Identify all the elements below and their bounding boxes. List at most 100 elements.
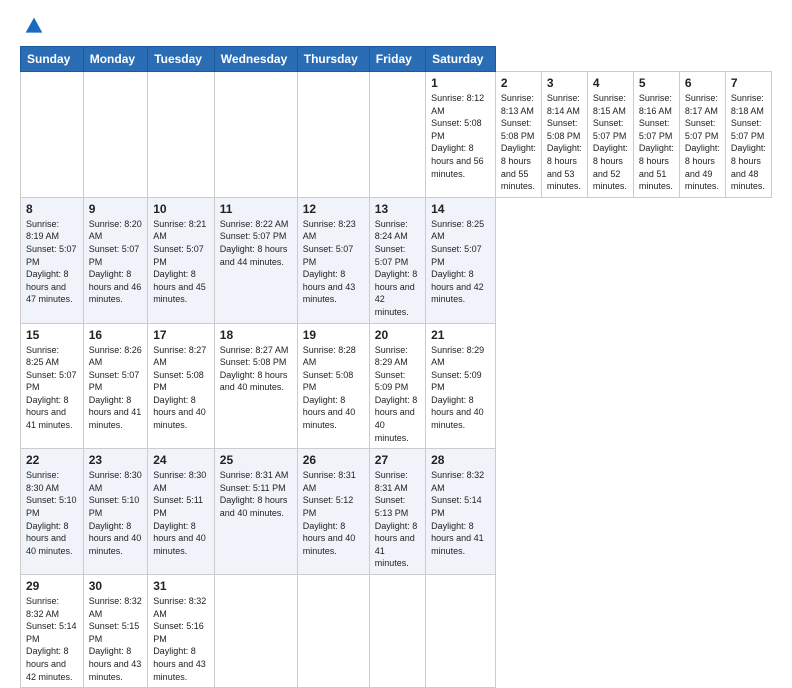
- calendar-cell: 18 Sunrise: 8:27 AMSunset: 5:08 PMDayligh…: [214, 323, 297, 449]
- calendar-cell: 15 Sunrise: 8:25 AMSunset: 5:07 PMDayligh…: [21, 323, 84, 449]
- day-number: 25: [220, 453, 292, 467]
- calendar-cell: [21, 72, 84, 198]
- calendar-cell: 16 Sunrise: 8:26 AMSunset: 5:07 PMDayligh…: [83, 323, 147, 449]
- calendar-cell: 24 Sunrise: 8:30 AMSunset: 5:11 PMDayligh…: [148, 449, 215, 575]
- calendar-cell: [214, 575, 297, 688]
- header-cell-saturday: Saturday: [426, 47, 496, 72]
- day-info: Sunrise: 8:32 AMSunset: 5:16 PMDaylight:…: [153, 595, 209, 683]
- day-info: Sunrise: 8:32 AMSunset: 5:14 PMDaylight:…: [26, 595, 78, 683]
- day-info: Sunrise: 8:20 AMSunset: 5:07 PMDaylight:…: [89, 218, 142, 306]
- day-number: 17: [153, 328, 209, 342]
- week-row-1: 8Sunrise: 8:19 AMSunset: 5:07 PMDaylight…: [21, 197, 772, 323]
- day-number: 2: [501, 76, 536, 90]
- day-number: 26: [303, 453, 364, 467]
- calendar-header: SundayMondayTuesdayWednesdayThursdayFrid…: [21, 47, 772, 72]
- day-number: 5: [639, 76, 674, 90]
- day-number: 11: [220, 202, 292, 216]
- week-row-4: 29 Sunrise: 8:32 AMSunset: 5:14 PMDayligh…: [21, 575, 772, 688]
- calendar-cell: 5Sunrise: 8:16 AMSunset: 5:07 PMDaylight…: [633, 72, 679, 198]
- calendar-cell: 2Sunrise: 8:13 AMSunset: 5:08 PMDaylight…: [495, 72, 541, 198]
- day-number: 24: [153, 453, 209, 467]
- day-info: Sunrise: 8:24 AMSunset: 5:07 PMDaylight:…: [375, 218, 420, 319]
- day-info: Sunrise: 8:22 AMSunset: 5:07 PMDaylight:…: [220, 218, 292, 268]
- day-number: 7: [731, 76, 766, 90]
- header-cell-tuesday: Tuesday: [148, 47, 215, 72]
- calendar-cell: 1Sunrise: 8:12 AMSunset: 5:08 PMDaylight…: [426, 72, 496, 198]
- week-row-0: 1Sunrise: 8:12 AMSunset: 5:08 PMDaylight…: [21, 72, 772, 198]
- logo-text: [20, 16, 44, 36]
- day-info: Sunrise: 8:25 AMSunset: 5:07 PMDaylight:…: [26, 344, 78, 432]
- calendar: SundayMondayTuesdayWednesdayThursdayFrid…: [20, 46, 772, 688]
- day-number: 18: [220, 328, 292, 342]
- day-number: 8: [26, 202, 78, 216]
- calendar-cell: 21Sunrise: 8:29 AMSunset: 5:09 PMDayligh…: [426, 323, 496, 449]
- calendar-cell: 4Sunrise: 8:15 AMSunset: 5:07 PMDaylight…: [587, 72, 633, 198]
- calendar-cell: 22 Sunrise: 8:30 AMSunset: 5:10 PMDayligh…: [21, 449, 84, 575]
- calendar-cell: [297, 72, 369, 198]
- calendar-cell: [83, 72, 147, 198]
- day-info: Sunrise: 8:30 AMSunset: 5:11 PMDaylight:…: [153, 469, 209, 557]
- calendar-cell: 12Sunrise: 8:23 AMSunset: 5:07 PMDayligh…: [297, 197, 369, 323]
- day-number: 30: [89, 579, 142, 593]
- calendar-cell: 19 Sunrise: 8:28 AMSunset: 5:08 PMDayligh…: [297, 323, 369, 449]
- day-info: Sunrise: 8:31 AMSunset: 5:12 PMDaylight:…: [303, 469, 364, 557]
- day-info: Sunrise: 8:15 AMSunset: 5:07 PMDaylight:…: [593, 92, 628, 193]
- header-cell-monday: Monday: [83, 47, 147, 72]
- day-number: 20: [375, 328, 420, 342]
- day-info: Sunrise: 8:14 AMSunset: 5:08 PMDaylight:…: [547, 92, 582, 193]
- logo-icon: [24, 16, 44, 36]
- day-number: 3: [547, 76, 582, 90]
- week-row-3: 22 Sunrise: 8:30 AMSunset: 5:10 PMDayligh…: [21, 449, 772, 575]
- day-number: 27: [375, 453, 420, 467]
- day-number: 23: [89, 453, 142, 467]
- calendar-cell: 20 Sunrise: 8:29 AMSunset: 5:09 PMDayligh…: [369, 323, 425, 449]
- calendar-cell: 23Sunrise: 8:30 AMSunset: 5:10 PMDayligh…: [83, 449, 147, 575]
- header-cell-friday: Friday: [369, 47, 425, 72]
- day-info: Sunrise: 8:29 AMSunset: 5:09 PMDaylight:…: [375, 344, 420, 445]
- day-number: 1: [431, 76, 490, 90]
- day-number: 16: [89, 328, 142, 342]
- day-number: 6: [685, 76, 720, 90]
- calendar-cell: 7 Sunrise: 8:18 AMSunset: 5:07 PMDaylight…: [725, 72, 771, 198]
- day-number: 12: [303, 202, 364, 216]
- calendar-cell: 30 Sunrise: 8:32 AMSunset: 5:15 PMDayligh…: [83, 575, 147, 688]
- header-cell-wednesday: Wednesday: [214, 47, 297, 72]
- day-info: Sunrise: 8:27 AMSunset: 5:08 PMDaylight:…: [220, 344, 292, 394]
- calendar-cell: 9 Sunrise: 8:20 AMSunset: 5:07 PMDaylight…: [83, 197, 147, 323]
- day-number: 13: [375, 202, 420, 216]
- header: [20, 16, 772, 36]
- day-number: 10: [153, 202, 209, 216]
- header-row: SundayMondayTuesdayWednesdayThursdayFrid…: [21, 47, 772, 72]
- calendar-cell: 17 Sunrise: 8:27 AMSunset: 5:08 PMDayligh…: [148, 323, 215, 449]
- logo: [20, 16, 44, 36]
- day-info: Sunrise: 8:27 AMSunset: 5:08 PMDaylight:…: [153, 344, 209, 432]
- calendar-cell: 27Sunrise: 8:31 AMSunset: 5:13 PMDayligh…: [369, 449, 425, 575]
- day-info: Sunrise: 8:26 AMSunset: 5:07 PMDaylight:…: [89, 344, 142, 432]
- calendar-cell: 31Sunrise: 8:32 AMSunset: 5:16 PMDayligh…: [148, 575, 215, 688]
- calendar-cell: 10Sunrise: 8:21 AMSunset: 5:07 PMDayligh…: [148, 197, 215, 323]
- week-row-2: 15 Sunrise: 8:25 AMSunset: 5:07 PMDayligh…: [21, 323, 772, 449]
- day-info: Sunrise: 8:25 AMSunset: 5:07 PMDaylight:…: [431, 218, 490, 306]
- day-info: Sunrise: 8:28 AMSunset: 5:08 PMDaylight:…: [303, 344, 364, 432]
- day-number: 28: [431, 453, 490, 467]
- day-number: 14: [431, 202, 490, 216]
- day-number: 29: [26, 579, 78, 593]
- calendar-cell: [426, 575, 496, 688]
- calendar-cell: [148, 72, 215, 198]
- calendar-cell: 28Sunrise: 8:32 AMSunset: 5:14 PMDayligh…: [426, 449, 496, 575]
- calendar-cell: 8Sunrise: 8:19 AMSunset: 5:07 PMDaylight…: [21, 197, 84, 323]
- calendar-cell: 26 Sunrise: 8:31 AMSunset: 5:12 PMDayligh…: [297, 449, 369, 575]
- calendar-cell: [214, 72, 297, 198]
- day-number: 15: [26, 328, 78, 342]
- day-info: Sunrise: 8:30 AMSunset: 5:10 PMDaylight:…: [26, 469, 78, 557]
- day-info: Sunrise: 8:18 AMSunset: 5:07 PMDaylight:…: [731, 92, 766, 193]
- day-info: Sunrise: 8:17 AMSunset: 5:07 PMDaylight:…: [685, 92, 720, 193]
- day-number: 22: [26, 453, 78, 467]
- calendar-cell: 25Sunrise: 8:31 AMSunset: 5:11 PMDayligh…: [214, 449, 297, 575]
- page: SundayMondayTuesdayWednesdayThursdayFrid…: [0, 0, 792, 612]
- day-number: 19: [303, 328, 364, 342]
- calendar-cell: [369, 72, 425, 198]
- day-number: 9: [89, 202, 142, 216]
- calendar-cell: 3 Sunrise: 8:14 AMSunset: 5:08 PMDaylight…: [541, 72, 587, 198]
- day-info: Sunrise: 8:32 AMSunset: 5:15 PMDaylight:…: [89, 595, 142, 683]
